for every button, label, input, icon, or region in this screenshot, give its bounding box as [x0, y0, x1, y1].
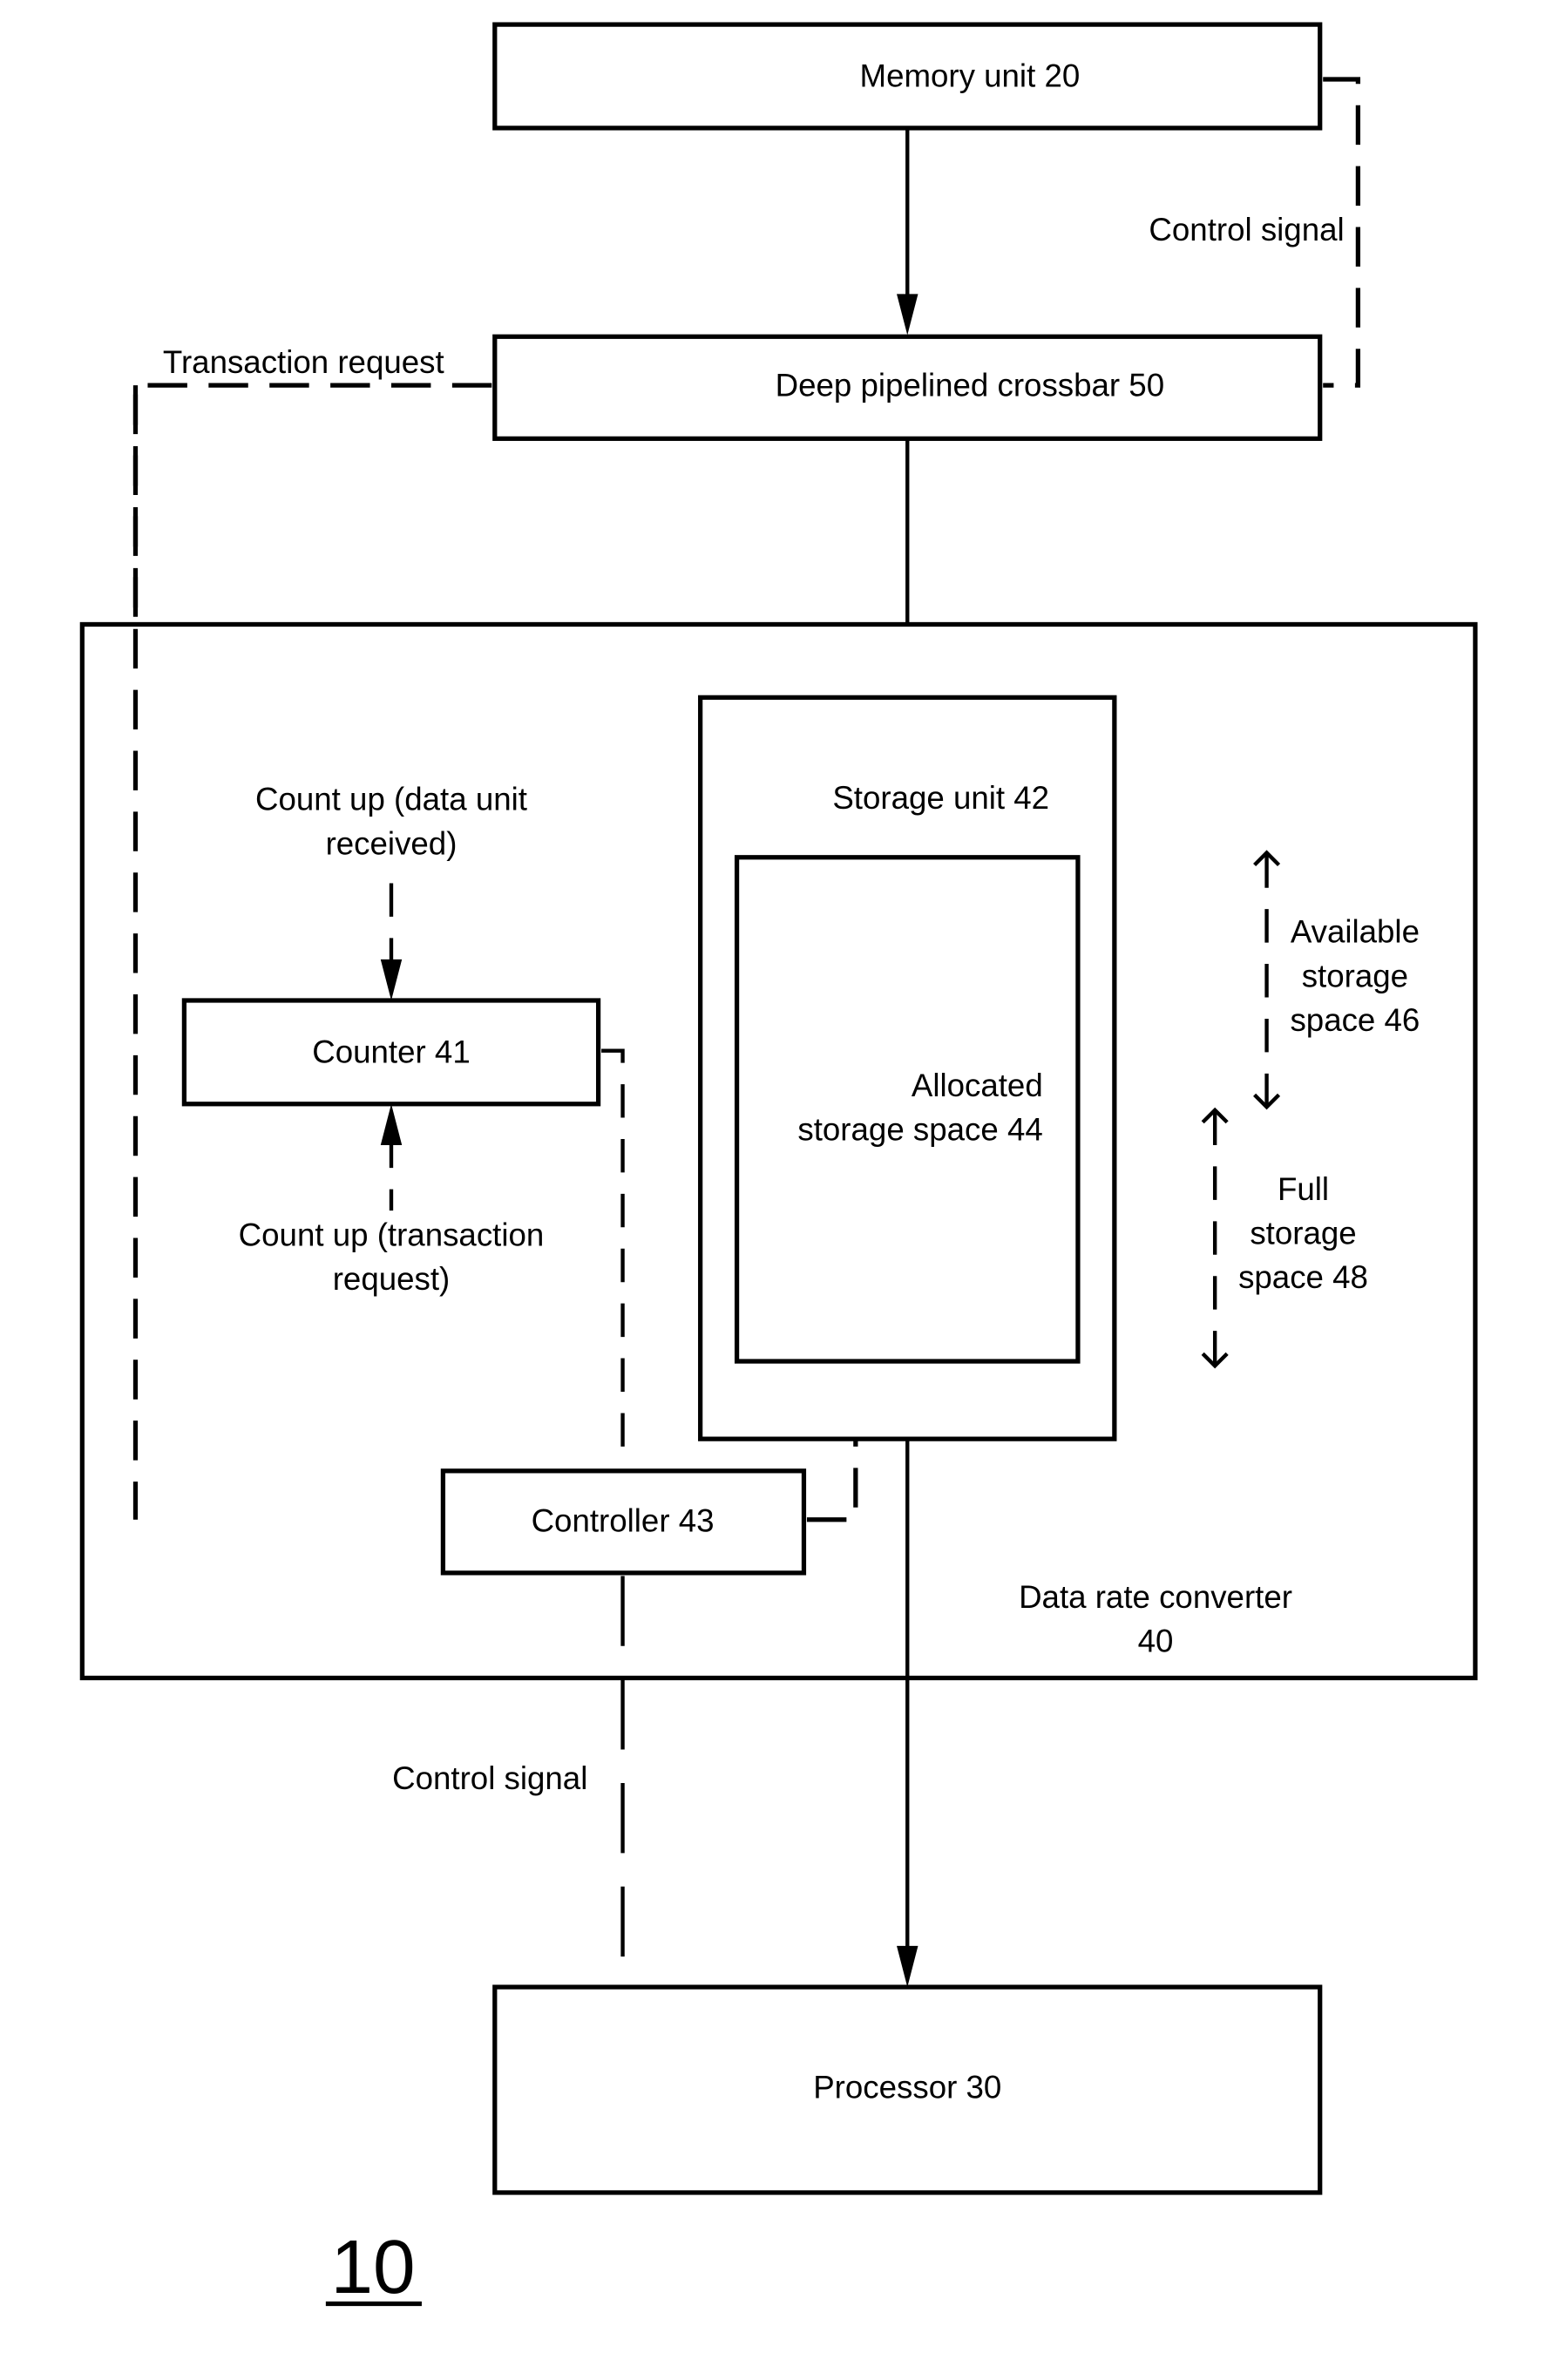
transaction-request-label: Transaction request [163, 344, 444, 380]
figure-number: 10 [330, 2224, 415, 2309]
processor-label: Processor 30 [813, 2070, 1001, 2105]
count-up-transaction-label-2: request) [333, 1261, 451, 1297]
control-signal-bottom-label: Control signal [392, 1760, 587, 1796]
arrowhead [897, 1945, 918, 1988]
count-up-data-label-1: Count up (data unit [255, 782, 527, 817]
counter-block: Counter 41 [181, 998, 601, 1107]
crossbar-label: Deep pipelined crossbar 50 [776, 367, 1164, 403]
controller-label: Controller 43 [532, 1503, 715, 1539]
arrowhead [897, 294, 918, 336]
count-up-data-label-2: received) [326, 825, 458, 861]
allocated-storage-label-1: Allocated [912, 1068, 1043, 1103]
available-storage-label-3: space 46 [1290, 1002, 1420, 1038]
control-signal-top-label: Control signal [1149, 212, 1344, 247]
crossbar-block: Deep pipelined crossbar 50 [492, 334, 1323, 441]
storage-unit-label: Storage unit 42 [832, 780, 1049, 816]
memory-unit-label: Memory unit 20 [860, 58, 1081, 94]
full-storage-label-1: Full [1278, 1171, 1329, 1207]
count-up-transaction-label-1: Count up (transaction [239, 1217, 545, 1252]
data-rate-converter-label: Data rate converter [1019, 1579, 1292, 1615]
processor-block: Processor 30 [492, 1984, 1323, 2195]
available-storage-label-2: storage [1302, 958, 1408, 993]
full-storage-label-3: space 48 [1238, 1259, 1368, 1295]
full-storage-label-2: storage [1250, 1216, 1356, 1251]
allocated-storage-block: Allocated storage space 44 [734, 855, 1081, 1364]
allocated-storage-label-2: storage space 44 [797, 1112, 1042, 1148]
system-diagram: Memory unit 20 Control signal Deep pipel… [79, 22, 1478, 2309]
available-storage-label-1: Available [1291, 914, 1420, 950]
controller-block: Controller 43 [440, 1468, 807, 1576]
counter-label: Counter 41 [312, 1034, 470, 1070]
data-rate-converter-number: 40 [1138, 1624, 1174, 1659]
memory-unit-block: Memory unit 20 [492, 22, 1323, 131]
